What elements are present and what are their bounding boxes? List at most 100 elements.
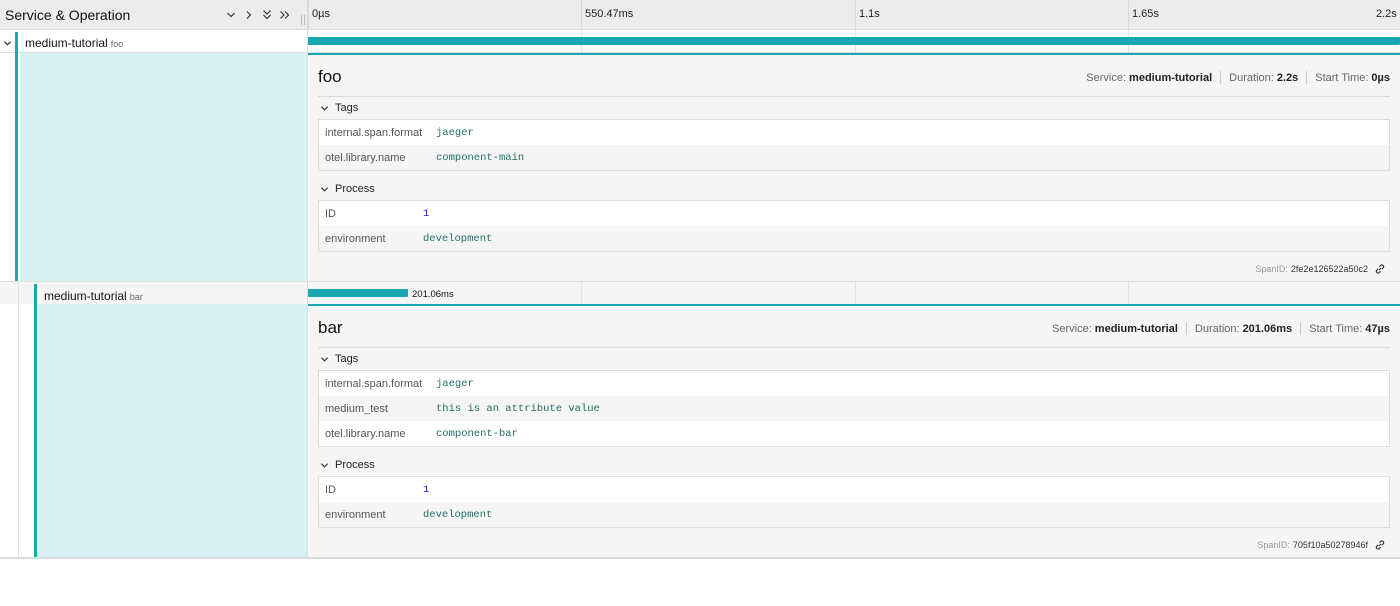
start-time-meta-value: 47µs: [1365, 322, 1390, 335]
detail-divider: [318, 96, 1390, 97]
detail-gutter-fill: [20, 53, 308, 281]
process-value: development: [423, 232, 493, 245]
chevron-down-icon[interactable]: [225, 8, 237, 22]
table-row: ID 1: [319, 477, 1389, 502]
chevron-down-icon: [320, 461, 330, 470]
span-name-cell[interactable]: medium-tutorial foo: [0, 30, 308, 53]
tags-section-toggle[interactable]: Tags: [320, 353, 358, 365]
tick-label-end: 2.2s: [1376, 8, 1397, 20]
link-icon[interactable]: [1374, 263, 1386, 275]
span-duration-bar[interactable]: [308, 289, 408, 297]
process-value: development: [423, 508, 493, 521]
process-key: environment: [325, 508, 386, 521]
column-resize-handle[interactable]: [301, 15, 305, 25]
meta-divider: [1185, 322, 1187, 335]
chevron-right-icon[interactable]: [243, 8, 255, 22]
meta-divider: [1300, 322, 1302, 335]
span-duration-label: 201.06ms: [412, 289, 454, 300]
process-key: ID: [325, 207, 336, 220]
table-row: internal.span.format jaeger: [319, 120, 1389, 145]
span-timeline-cell[interactable]: [308, 30, 1400, 52]
chevron-down-icon: [320, 104, 330, 113]
span-id-label: SpanID:: [1257, 540, 1290, 550]
span-name-cell[interactable]: medium-tutorial bar: [0, 282, 308, 305]
duration-meta-value: 2.2s: [1276, 71, 1299, 84]
duration-meta-value: 201.06ms: [1242, 322, 1293, 335]
tags-heading: Tags: [335, 353, 359, 365]
service-name: medium-tutorial: [44, 289, 127, 303]
tag-key: medium_test: [325, 402, 388, 415]
span-detail-title: bar: [318, 318, 343, 337]
tick-label: 550.47ms: [585, 8, 634, 20]
tags-table: internal.span.format jaeger otel.library…: [318, 119, 1390, 171]
chevron-down-icon: [320, 185, 330, 194]
span-detail-foo: foo Service: medium-tutorial Duration: 2.2…: [0, 53, 1400, 281]
detail-gutter-fill: [37, 304, 308, 557]
timeline-header: Service & Operation 0µs 550.47ms 1.1s 1.…: [0, 0, 1400, 30]
gridline: [581, 282, 582, 304]
span-accent-bar: [15, 53, 18, 281]
service-meta-value: medium-tutorial: [1094, 322, 1178, 335]
double-chevron-down-icon[interactable]: [261, 8, 273, 22]
tag-value: component-main: [436, 151, 525, 164]
tag-value: component-bar: [436, 427, 518, 440]
process-key: ID: [325, 483, 336, 496]
detail-gutter: [0, 53, 308, 281]
service-operation-header: Service & Operation: [0, 0, 308, 30]
process-table: ID 1 environment development: [318, 476, 1390, 528]
span-label: medium-tutorial foo: [25, 34, 123, 52]
table-row: ID 1: [319, 201, 1389, 226]
indent-guide: [18, 282, 19, 305]
tick-label: 1.65s: [1132, 8, 1159, 20]
tick-1: 550.47ms: [581, 0, 633, 30]
tag-key: internal.span.format: [325, 126, 423, 139]
span-duration-bar[interactable]: [308, 37, 1400, 45]
table-row: otel.library.name component-main: [319, 145, 1389, 170]
span-accent-bar: [34, 284, 37, 305]
tick-label: 0µs: [312, 8, 330, 20]
tag-value: jaeger: [436, 377, 474, 390]
start-time-meta-label: Start Time:: [1315, 71, 1369, 84]
column-title: Service & Operation: [5, 7, 131, 23]
span-id: SpanID: 705f10a50278946f: [1257, 539, 1386, 551]
detail-content: bar Service: medium-tutorial Duration: 201…: [308, 304, 1400, 557]
span-id-label: SpanID:: [1255, 264, 1288, 274]
span-timeline-cell[interactable]: 201.06ms: [308, 282, 1400, 304]
start-time-meta-value: 0µs: [1371, 71, 1390, 84]
span-detail-meta: Service: medium-tutorial Duration: 2.2s St…: [1086, 71, 1390, 84]
operation-name: foo: [110, 39, 124, 49]
tags-heading: Tags: [335, 102, 359, 114]
span-detail-bar: bar Service: medium-tutorial Duration: 201…: [0, 304, 1400, 557]
process-table: ID 1 environment development: [318, 200, 1390, 252]
table-row: otel.library.name component-bar: [319, 421, 1389, 446]
start-time-meta-label: Start Time:: [1309, 322, 1363, 335]
tick-label: 1.1s: [859, 8, 880, 20]
meta-divider: [1306, 71, 1308, 84]
span-id-value: 705f10a50278946f: [1292, 540, 1368, 550]
duration-meta-label: Duration:: [1194, 322, 1240, 335]
process-key: environment: [325, 232, 386, 245]
tags-table: internal.span.format jaeger medium_test …: [318, 370, 1390, 447]
chevron-down-icon: [320, 355, 330, 364]
trace-view: Service & Operation 0µs 550.47ms 1.1s 1.…: [0, 0, 1400, 606]
link-icon[interactable]: [1374, 539, 1386, 551]
process-section-toggle[interactable]: Process: [320, 459, 375, 471]
service-name: medium-tutorial: [25, 36, 108, 50]
expand-collapse-controls: [225, 8, 291, 22]
table-row: environment development: [319, 226, 1389, 251]
process-section-toggle[interactable]: Process: [320, 183, 375, 195]
double-chevron-right-icon[interactable]: [279, 8, 291, 22]
table-row: medium_test this is an attribute value: [319, 396, 1389, 421]
operation-name: bar: [129, 292, 143, 302]
indent-guide: [18, 304, 19, 557]
tag-key: otel.library.name: [325, 151, 406, 164]
tags-section-toggle[interactable]: Tags: [320, 102, 358, 114]
span-row-bar[interactable]: medium-tutorial bar 201.06ms: [0, 281, 1400, 305]
tag-value: jaeger: [436, 126, 474, 139]
span-detail-title: foo: [318, 67, 342, 86]
collapse-chevron-icon[interactable]: [3, 35, 12, 53]
span-row-foo[interactable]: medium-tutorial foo: [0, 30, 1400, 53]
service-meta-value: medium-tutorial: [1129, 71, 1213, 84]
duration-meta-label: Duration:: [1229, 71, 1274, 84]
tick-2: 1.1s: [855, 0, 880, 30]
